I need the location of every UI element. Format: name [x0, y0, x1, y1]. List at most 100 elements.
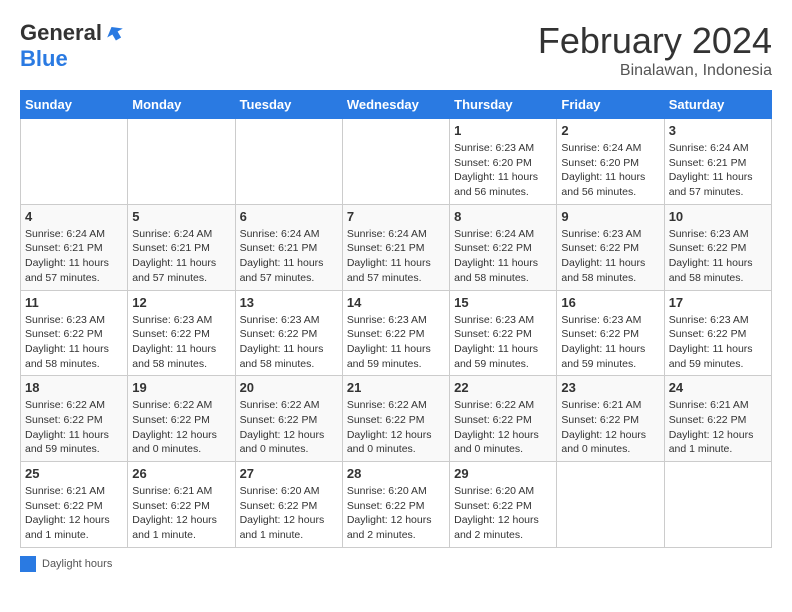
- calendar-cell: 15 Sunrise: 6:23 AM Sunset: 6:22 PM Dayli…: [450, 290, 557, 376]
- weekday-header: Sunday: [21, 91, 128, 119]
- calendar-cell: 28Sunrise: 6:20 AM Sunset: 6:22 PM Dayli…: [342, 462, 449, 548]
- day-info: Sunrise: 6:23 AM Sunset: 6:22 PM Dayligh…: [669, 313, 767, 372]
- legend-label: Daylight hours: [42, 558, 112, 570]
- calendar-cell: 27 Sunrise: 6:20 AM Sunset: 6:22 PM Dayli…: [235, 462, 342, 548]
- day-number: 6: [240, 209, 338, 224]
- day-number: 13: [240, 295, 338, 310]
- calendar-cell: 10Sunrise: 6:23 AM Sunset: 6:22 PM Dayli…: [664, 204, 771, 290]
- month-year-title: February 2024: [538, 20, 772, 62]
- day-number: 22: [454, 380, 552, 395]
- day-number: 16: [561, 295, 659, 310]
- calendar-cell: 19Sunrise: 6:22 AM Sunset: 6:22 PM Dayli…: [128, 376, 235, 462]
- day-info: Sunrise: 6:22 AM Sunset: 6:22 PM Dayligh…: [132, 398, 230, 457]
- calendar-cell: 3 Sunrise: 6:24 AM Sunset: 6:21 PM Daylig…: [664, 119, 771, 205]
- location-subtitle: Binalawan, Indonesia: [538, 62, 772, 80]
- day-info: Sunrise: 6:24 AM Sunset: 6:21 PM Dayligh…: [347, 227, 445, 286]
- day-info: Sunrise: 6:24 AM Sunset: 6:22 PM Dayligh…: [454, 227, 552, 286]
- day-number: 1: [454, 123, 552, 138]
- calendar-cell: 29 Sunrise: 6:20 AM Sunset: 6:22 PM Dayli…: [450, 462, 557, 548]
- calendar-week-row: 25 Sunrise: 6:21 AM Sunset: 6:22 PM Dayli…: [21, 462, 772, 548]
- day-info: Sunrise: 6:21 AM Sunset: 6:22 PM Dayligh…: [132, 484, 230, 543]
- calendar-cell: 25 Sunrise: 6:21 AM Sunset: 6:22 PM Dayli…: [21, 462, 128, 548]
- weekday-header: Monday: [128, 91, 235, 119]
- logo-bird-icon: [104, 22, 126, 44]
- weekday-header: Thursday: [450, 91, 557, 119]
- day-number: 27: [240, 466, 338, 481]
- calendar-cell: 20 Sunrise: 6:22 AM Sunset: 6:22 PM Dayli…: [235, 376, 342, 462]
- day-number: 12: [132, 295, 230, 310]
- calendar-cell: 23Sunrise: 6:21 AM Sunset: 6:22 PM Dayli…: [557, 376, 664, 462]
- calendar-cell: [342, 119, 449, 205]
- day-info: Sunrise: 6:23 AM Sunset: 6:22 PM Dayligh…: [454, 313, 552, 372]
- day-number: 5: [132, 209, 230, 224]
- calendar-cell: 21Sunrise: 6:22 AM Sunset: 6:22 PM Dayli…: [342, 376, 449, 462]
- legend-color-box: [20, 556, 36, 572]
- calendar-week-row: 1 Sunrise: 6:23 AM Sunset: 6:20 PM Daylig…: [21, 119, 772, 205]
- day-number: 15: [454, 295, 552, 310]
- day-number: 10: [669, 209, 767, 224]
- calendar-cell: 5Sunrise: 6:24 AM Sunset: 6:21 PM Daylig…: [128, 204, 235, 290]
- calendar-cell: 24Sunrise: 6:21 AM Sunset: 6:22 PM Dayli…: [664, 376, 771, 462]
- day-number: 2: [561, 123, 659, 138]
- calendar-cell: [128, 119, 235, 205]
- calendar-header-row: SundayMondayTuesdayWednesdayThursdayFrid…: [21, 91, 772, 119]
- calendar-cell: 6 Sunrise: 6:24 AM Sunset: 6:21 PM Daylig…: [235, 204, 342, 290]
- calendar-cell: 14Sunrise: 6:23 AM Sunset: 6:22 PM Dayli…: [342, 290, 449, 376]
- calendar-cell: [557, 462, 664, 548]
- calendar-cell: 9 Sunrise: 6:23 AM Sunset: 6:22 PM Daylig…: [557, 204, 664, 290]
- day-info: Sunrise: 6:20 AM Sunset: 6:22 PM Dayligh…: [240, 484, 338, 543]
- weekday-header: Saturday: [664, 91, 771, 119]
- day-number: 11: [25, 295, 123, 310]
- calendar-week-row: 18 Sunrise: 6:22 AM Sunset: 6:22 PM Dayli…: [21, 376, 772, 462]
- day-info: Sunrise: 6:23 AM Sunset: 6:22 PM Dayligh…: [561, 227, 659, 286]
- day-number: 3: [669, 123, 767, 138]
- calendar-cell: 22 Sunrise: 6:22 AM Sunset: 6:22 PM Dayli…: [450, 376, 557, 462]
- day-number: 18: [25, 380, 123, 395]
- day-info: Sunrise: 6:24 AM Sunset: 6:21 PM Dayligh…: [669, 141, 767, 200]
- day-number: 29: [454, 466, 552, 481]
- day-info: Sunrise: 6:24 AM Sunset: 6:21 PM Dayligh…: [240, 227, 338, 286]
- day-info: Sunrise: 6:24 AM Sunset: 6:21 PM Dayligh…: [25, 227, 123, 286]
- calendar-cell: 16 Sunrise: 6:23 AM Sunset: 6:22 PM Dayli…: [557, 290, 664, 376]
- day-info: Sunrise: 6:23 AM Sunset: 6:22 PM Dayligh…: [561, 313, 659, 372]
- calendar-cell: 7 Sunrise: 6:24 AM Sunset: 6:21 PM Daylig…: [342, 204, 449, 290]
- calendar-table: SundayMondayTuesdayWednesdayThursdayFrid…: [20, 90, 772, 548]
- day-number: 7: [347, 209, 445, 224]
- calendar-cell: 12Sunrise: 6:23 AM Sunset: 6:22 PM Dayli…: [128, 290, 235, 376]
- calendar-cell: 2 Sunrise: 6:24 AM Sunset: 6:20 PM Daylig…: [557, 119, 664, 205]
- day-number: 14: [347, 295, 445, 310]
- logo: General Blue: [20, 20, 126, 72]
- day-info: Sunrise: 6:22 AM Sunset: 6:22 PM Dayligh…: [347, 398, 445, 457]
- day-info: Sunrise: 6:20 AM Sunset: 6:22 PM Dayligh…: [454, 484, 552, 543]
- day-number: 20: [240, 380, 338, 395]
- day-number: 9: [561, 209, 659, 224]
- day-info: Sunrise: 6:21 AM Sunset: 6:22 PM Dayligh…: [561, 398, 659, 457]
- calendar-week-row: 11 Sunrise: 6:23 AM Sunset: 6:22 PM Dayli…: [21, 290, 772, 376]
- weekday-header: Tuesday: [235, 91, 342, 119]
- calendar-cell: 17 Sunrise: 6:23 AM Sunset: 6:22 PM Dayli…: [664, 290, 771, 376]
- legend: Daylight hours: [20, 556, 772, 572]
- day-number: 25: [25, 466, 123, 481]
- title-block: February 2024 Binalawan, Indonesia: [538, 20, 772, 80]
- calendar-week-row: 4Sunrise: 6:24 AM Sunset: 6:21 PM Daylig…: [21, 204, 772, 290]
- weekday-header: Wednesday: [342, 91, 449, 119]
- logo-general-text: General: [20, 20, 102, 46]
- day-info: Sunrise: 6:20 AM Sunset: 6:22 PM Dayligh…: [347, 484, 445, 543]
- calendar-cell: 18 Sunrise: 6:22 AM Sunset: 6:22 PM Dayli…: [21, 376, 128, 462]
- day-info: Sunrise: 6:23 AM Sunset: 6:22 PM Dayligh…: [240, 313, 338, 372]
- calendar-cell: [235, 119, 342, 205]
- day-info: Sunrise: 6:22 AM Sunset: 6:22 PM Dayligh…: [454, 398, 552, 457]
- day-info: Sunrise: 6:21 AM Sunset: 6:22 PM Dayligh…: [25, 484, 123, 543]
- day-info: Sunrise: 6:24 AM Sunset: 6:20 PM Dayligh…: [561, 141, 659, 200]
- day-info: Sunrise: 6:22 AM Sunset: 6:22 PM Dayligh…: [25, 398, 123, 457]
- calendar-cell: 4Sunrise: 6:24 AM Sunset: 6:21 PM Daylig…: [21, 204, 128, 290]
- day-info: Sunrise: 6:23 AM Sunset: 6:20 PM Dayligh…: [454, 141, 552, 200]
- day-info: Sunrise: 6:21 AM Sunset: 6:22 PM Dayligh…: [669, 398, 767, 457]
- day-info: Sunrise: 6:22 AM Sunset: 6:22 PM Dayligh…: [240, 398, 338, 457]
- calendar-cell: 11Sunrise: 6:23 AM Sunset: 6:22 PM Dayli…: [21, 290, 128, 376]
- calendar-cell: [664, 462, 771, 548]
- logo-blue-text: Blue: [20, 46, 68, 72]
- calendar-cell: 8Sunrise: 6:24 AM Sunset: 6:22 PM Daylig…: [450, 204, 557, 290]
- calendar-cell: 26Sunrise: 6:21 AM Sunset: 6:22 PM Dayli…: [128, 462, 235, 548]
- day-number: 17: [669, 295, 767, 310]
